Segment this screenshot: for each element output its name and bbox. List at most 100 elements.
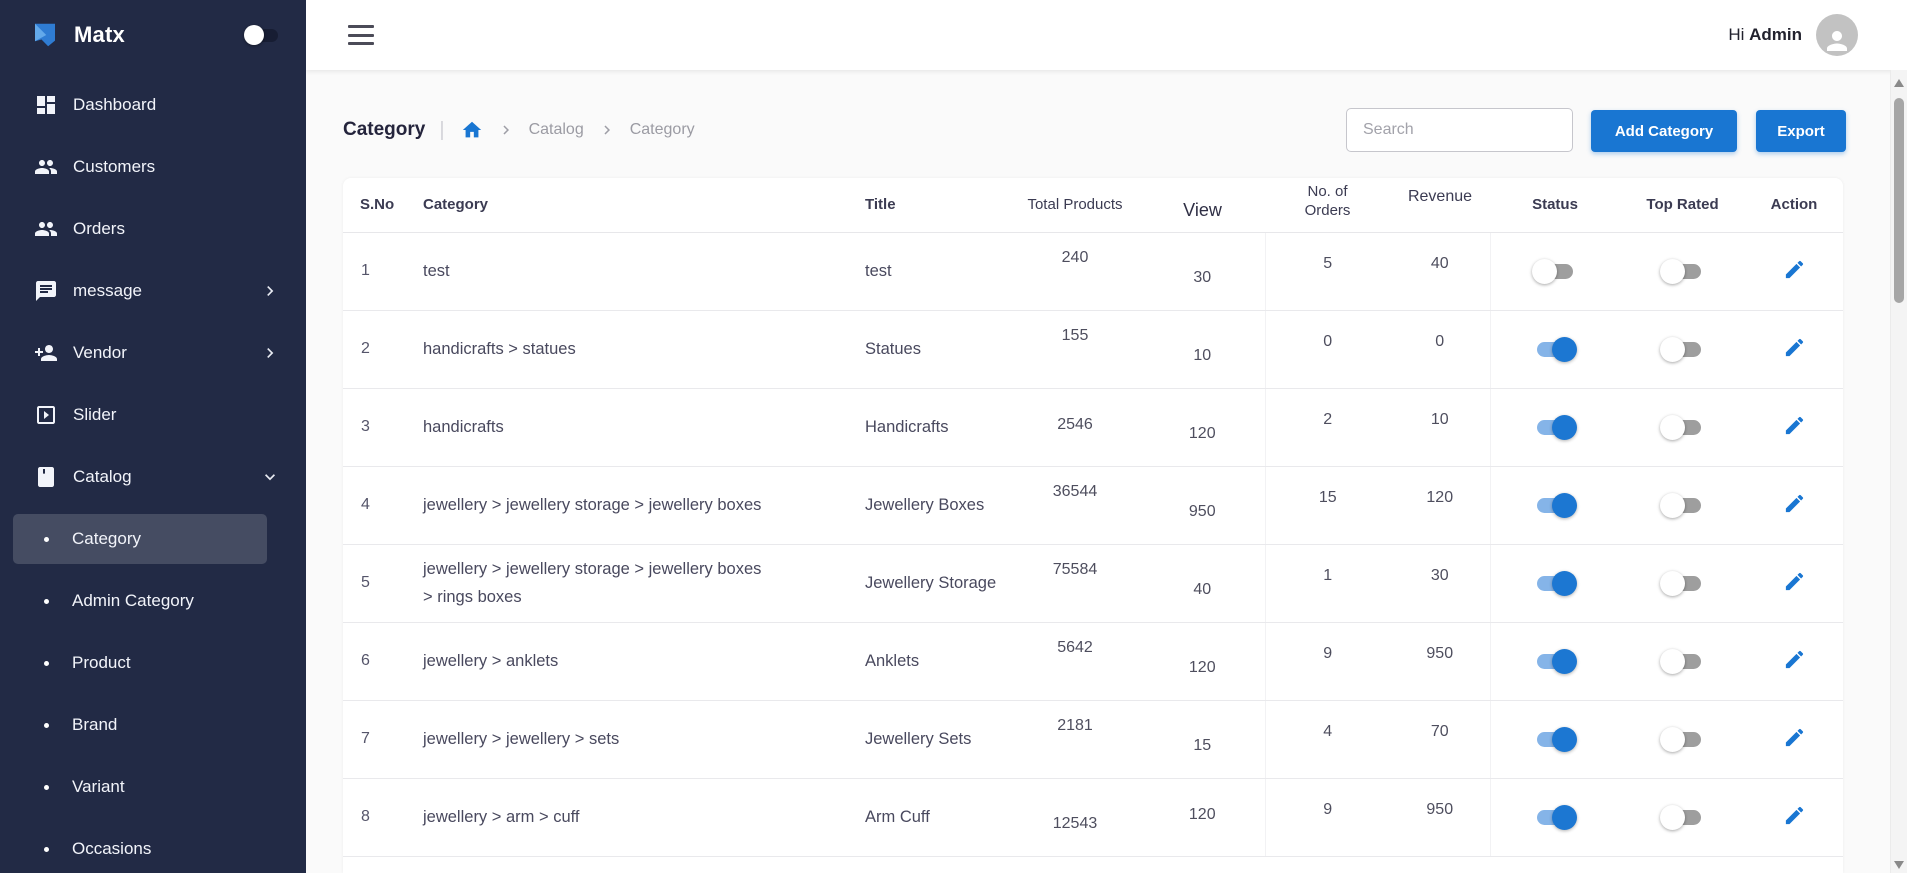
sidebar-subitem-inner: Admin Category xyxy=(13,576,267,626)
sidebar-item-vendor[interactable]: Vendor xyxy=(0,322,306,384)
sidebar-item-orders[interactable]: Orders xyxy=(0,198,306,260)
cell-category: handicrafts xyxy=(410,388,850,466)
toggle-thumb xyxy=(1660,805,1685,830)
cell-view[interactable]: 120 xyxy=(1140,778,1265,856)
edit-button[interactable] xyxy=(1777,720,1812,758)
edit-button[interactable] xyxy=(1777,252,1812,290)
sidebar-item-variant[interactable]: Variant xyxy=(0,756,306,818)
home-icon[interactable] xyxy=(461,119,483,141)
topbar-right: Hi Admin xyxy=(1728,14,1907,56)
cell-total-products[interactable]: 5642 xyxy=(1010,622,1140,700)
top-rated-toggle[interactable] xyxy=(1660,258,1706,284)
sidebar-item-product[interactable]: Product xyxy=(0,632,306,694)
edit-button[interactable] xyxy=(1777,486,1812,524)
cell-revenue[interactable]: 40 xyxy=(1390,232,1490,310)
header-status: Status xyxy=(1490,178,1620,232)
sidebar-item-customers[interactable]: Customers xyxy=(0,136,306,198)
avatar[interactable] xyxy=(1816,14,1858,56)
edit-button[interactable] xyxy=(1777,642,1812,680)
top-rated-toggle[interactable] xyxy=(1660,414,1706,440)
cell-orders[interactable]: 2 xyxy=(1265,388,1390,466)
cell-total-products[interactable]: 155 xyxy=(1010,310,1140,388)
status-toggle[interactable] xyxy=(1532,258,1578,284)
breadcrumb-catalog[interactable]: Catalog xyxy=(529,121,584,139)
cell-action xyxy=(1745,310,1843,388)
cell-action xyxy=(1745,232,1843,310)
edit-button[interactable] xyxy=(1777,564,1812,602)
search-input[interactable] xyxy=(1346,108,1573,152)
edit-button[interactable] xyxy=(1777,330,1812,368)
cell-view[interactable]: 10 xyxy=(1140,310,1265,388)
cell-view[interactable]: 120 xyxy=(1140,622,1265,700)
table-row: 6jewellery > ankletsAnklets56421209950 xyxy=(343,622,1843,700)
cell-total-products[interactable]: 2181 xyxy=(1010,700,1140,778)
sidebar-item-occasions[interactable]: Occasions xyxy=(0,818,306,873)
sidebar-item-category[interactable]: Category xyxy=(0,508,306,570)
sidebar-item-brand[interactable]: Brand xyxy=(0,694,306,756)
cell-orders[interactable]: 9 xyxy=(1265,622,1390,700)
cell-status xyxy=(1490,388,1620,466)
cell-orders[interactable]: 15 xyxy=(1265,466,1390,544)
sidebar-item-admin-category[interactable]: Admin Category xyxy=(0,570,306,632)
cell-total-products[interactable]: 75584 xyxy=(1010,544,1140,622)
cell-category: jewellery > jewellery storage > jeweller… xyxy=(410,544,850,622)
scroll-down-arrow[interactable] xyxy=(1894,861,1904,869)
cell-view[interactable]: 15 xyxy=(1140,700,1265,778)
scroll-up-arrow[interactable] xyxy=(1894,79,1904,87)
status-toggle[interactable] xyxy=(1532,570,1578,596)
top-rated-toggle[interactable] xyxy=(1660,336,1706,362)
header-revenue: Revenue xyxy=(1390,170,1490,224)
cell-total-products[interactable]: 2546 xyxy=(1010,388,1140,466)
cell-revenue[interactable]: 950 xyxy=(1390,778,1490,856)
status-toggle[interactable] xyxy=(1532,648,1578,674)
sidebar-item-label: message xyxy=(73,281,142,301)
menu-icon[interactable] xyxy=(348,25,374,45)
status-toggle[interactable] xyxy=(1532,336,1578,362)
top-rated-toggle[interactable] xyxy=(1660,492,1706,518)
vertical-scrollbar[interactable] xyxy=(1890,70,1907,873)
cell-revenue[interactable]: 950 xyxy=(1390,622,1490,700)
sidebar-mode-toggle[interactable] xyxy=(244,23,280,47)
status-toggle[interactable] xyxy=(1532,726,1578,752)
cell-orders[interactable]: 1 xyxy=(1265,544,1390,622)
cell-view[interactable]: 120 xyxy=(1140,388,1265,466)
sidebar-item-slider[interactable]: Slider xyxy=(0,384,306,446)
toggle-thumb xyxy=(1660,415,1685,440)
export-button[interactable]: Export xyxy=(1756,110,1846,152)
cell-view[interactable]: 40 xyxy=(1140,544,1265,622)
sidebar-item-dashboard[interactable]: Dashboard xyxy=(0,74,306,136)
cell-revenue[interactable]: 30 xyxy=(1390,544,1490,622)
cell-revenue[interactable]: 10 xyxy=(1390,388,1490,466)
table-body: 1testtest240305402handicrafts > statuesS… xyxy=(343,232,1843,856)
edit-button[interactable] xyxy=(1777,798,1812,836)
cell-view[interactable]: 30 xyxy=(1140,232,1265,310)
status-toggle[interactable] xyxy=(1532,492,1578,518)
scroll-thumb[interactable] xyxy=(1894,98,1904,303)
top-rated-toggle[interactable] xyxy=(1660,570,1706,596)
cell-revenue[interactable]: 120 xyxy=(1390,466,1490,544)
sidebar-item-label: Vendor xyxy=(73,343,127,363)
cell-revenue[interactable]: 70 xyxy=(1390,700,1490,778)
cell-orders[interactable]: 0 xyxy=(1265,310,1390,388)
cell-total-products[interactable]: 36544 xyxy=(1010,466,1140,544)
sidebar-item-message[interactable]: message xyxy=(0,260,306,322)
breadcrumb-category[interactable]: Category xyxy=(630,121,695,139)
sidebar-item-catalog[interactable]: Catalog xyxy=(0,446,306,508)
cell-orders[interactable]: 9 xyxy=(1265,778,1390,856)
top-rated-toggle[interactable] xyxy=(1660,726,1706,752)
status-toggle[interactable] xyxy=(1532,414,1578,440)
toggle-thumb xyxy=(1552,493,1577,518)
top-rated-toggle[interactable] xyxy=(1660,648,1706,674)
top-rated-toggle[interactable] xyxy=(1660,804,1706,830)
header-view: View xyxy=(1140,178,1265,232)
cell-revenue[interactable]: 0 xyxy=(1390,310,1490,388)
cell-orders[interactable]: 4 xyxy=(1265,700,1390,778)
cell-total-products[interactable]: 12543 xyxy=(1010,778,1140,856)
status-toggle[interactable] xyxy=(1532,804,1578,830)
cell-total-products[interactable]: 240 xyxy=(1010,232,1140,310)
cell-view[interactable]: 950 xyxy=(1140,466,1265,544)
cell-orders[interactable]: 5 xyxy=(1265,232,1390,310)
cell-action xyxy=(1745,622,1843,700)
edit-button[interactable] xyxy=(1777,408,1812,446)
add-category-button[interactable]: Add Category xyxy=(1591,110,1737,152)
